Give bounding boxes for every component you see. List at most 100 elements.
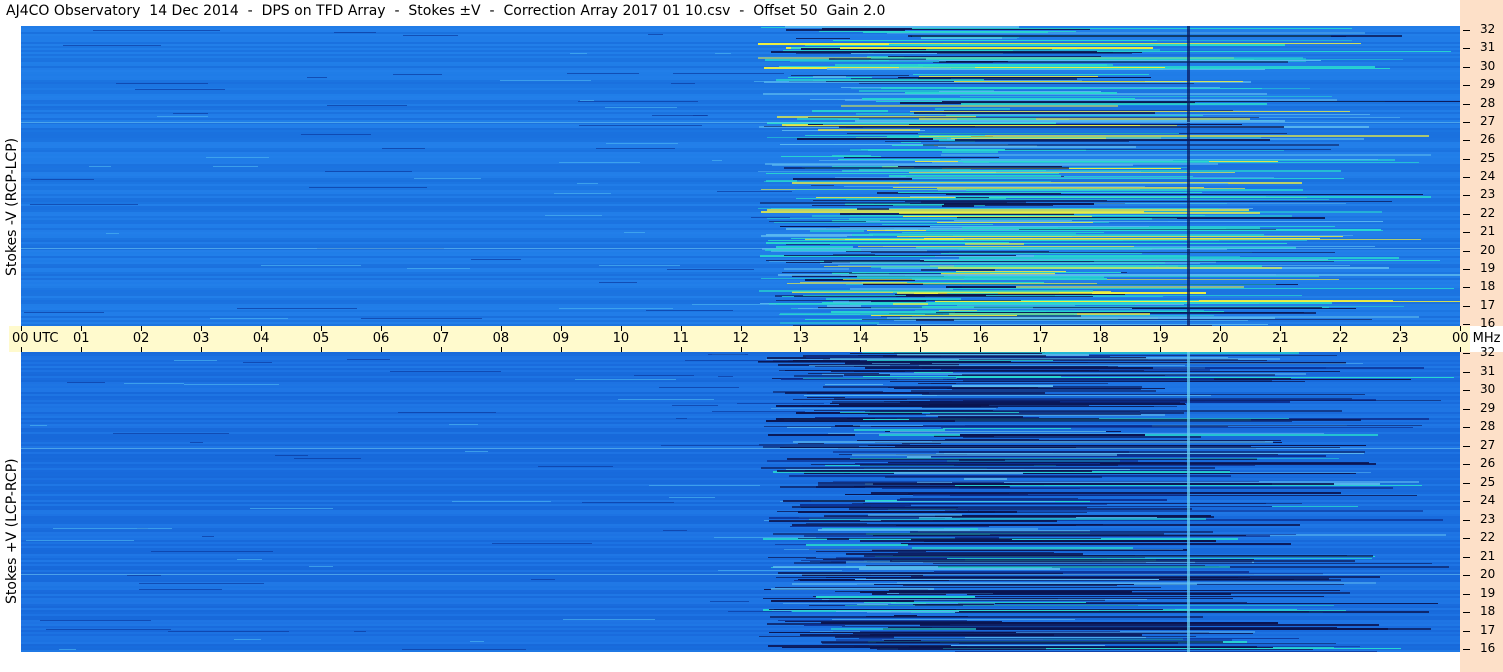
time-tick-label: 17 (1032, 331, 1049, 346)
freq-tick (1463, 195, 1470, 197)
time-tick-label: 07 (432, 331, 450, 346)
freq-tick-label: 20 (1480, 567, 1496, 581)
time-tick-label: 15 (912, 331, 929, 346)
chart-title: AJ4CO Observatory 14 Dec 2014 - DPS on T… (6, 3, 886, 19)
top-panel-ylabel: Stokes -V (RCP-LCP) (4, 137, 20, 276)
freq-tick (1463, 482, 1470, 484)
time-tick-label: 09 (552, 331, 570, 346)
freq-tick-label: 29 (1480, 400, 1496, 415)
time-tick-label: 16 (972, 331, 989, 346)
time-tick-label: 08 (492, 331, 510, 346)
freq-tick (1463, 324, 1470, 325)
freq-tick (1463, 445, 1470, 447)
time-tick-label: 13 (792, 331, 809, 346)
time-tick-label: 21 (1272, 331, 1289, 346)
spectrogram-top-svg (21, 26, 1460, 326)
freq-tick (1463, 464, 1470, 465)
time-tick-label: 11 (672, 331, 690, 346)
freq-tick-label: 28 (1480, 419, 1496, 433)
freq-tick-label: 17 (1480, 297, 1496, 312)
freq-tick-label: 17 (1480, 622, 1496, 637)
spectrogram-bottom-svg (21, 352, 1460, 652)
freq-tick (1463, 519, 1470, 521)
freq-tick (1463, 408, 1470, 410)
spectrogram-bottom (21, 352, 1460, 652)
freq-tick-label: 32 (1480, 22, 1496, 36)
freq-tick (1463, 612, 1470, 613)
time-tick-label: 19 (1152, 331, 1169, 346)
freq-tick-label: 22 (1480, 530, 1496, 544)
freq-tick-label: 25 (1480, 474, 1496, 489)
freq-tick-label: 16 (1480, 316, 1496, 330)
freq-tick (1463, 593, 1470, 595)
freq-tick-label: 24 (1480, 493, 1496, 507)
freq-tick (1463, 649, 1470, 650)
time-tick-label: 20 (1212, 331, 1229, 346)
freq-tick-label: 24 (1480, 169, 1496, 183)
freq-tick (1463, 177, 1470, 178)
freq-tick (1463, 103, 1470, 105)
time-tick-label: 03 (192, 331, 210, 346)
freq-tick-label: 26 (1480, 456, 1496, 470)
freq-tick (1463, 501, 1470, 502)
freq-tick (1463, 287, 1470, 289)
freq-tick (1463, 85, 1470, 87)
time-tick-label: 05 (312, 331, 330, 346)
freq-tick (1463, 427, 1470, 428)
freq-tick-label: 19 (1480, 260, 1496, 275)
freq-tick (1463, 121, 1470, 123)
freq-tick (1463, 48, 1470, 50)
bottom-panel-ylabel: Stokes +V (LCP-RCP) (4, 458, 20, 604)
freq-tick-label: 32 (1480, 345, 1496, 359)
freq-tick (1463, 371, 1470, 373)
frequency-axis-top: 32 31 30 29 28 27 26 25 24 23 22 21 20 19 18 17 16 (1460, 0, 1503, 330)
time-axis: 00 UTC 01 02 03 04 05 06 07 08 09 10 11 12 13 14 15 16 17… (9, 326, 1501, 352)
freq-tick-label: 22 (1480, 205, 1496, 220)
freq-tick (1463, 353, 1470, 354)
freq-tick-label: 30 (1480, 58, 1496, 73)
freq-tick-label: 18 (1480, 279, 1496, 294)
time-tick-label: 04 (252, 331, 270, 346)
freq-tick (1463, 213, 1470, 215)
time-tick-label: 12 (732, 331, 750, 346)
freq-tick-label: 25 (1480, 150, 1496, 165)
freq-tick (1463, 390, 1470, 391)
freq-tick-label: 16 (1480, 641, 1496, 655)
freq-tick-label: 26 (1480, 132, 1496, 147)
freq-tick-label: 28 (1480, 95, 1496, 110)
freq-tick-label: 21 (1480, 224, 1496, 239)
time-tick-label: 02 (132, 331, 150, 346)
freq-tick-label: 23 (1480, 187, 1496, 202)
time-tick-label: 10 (612, 331, 630, 346)
freq-tick-label: 21 (1480, 548, 1496, 563)
freq-tick-label: 18 (1480, 604, 1496, 618)
time-tick-label: 00 UTC (12, 331, 59, 346)
freq-tick (1463, 250, 1470, 252)
spectrogram-top (21, 26, 1460, 326)
freq-tick (1463, 630, 1470, 632)
time-tick-label: 23 (1392, 331, 1409, 346)
freq-tick (1463, 538, 1470, 539)
freq-tick (1463, 140, 1470, 142)
freq-tick (1463, 556, 1470, 558)
freq-tick (1463, 30, 1470, 31)
time-tick-label: 00 MHz (1452, 331, 1501, 346)
freq-tick-label: 23 (1480, 511, 1496, 526)
freq-tick (1463, 575, 1470, 576)
freq-tick (1463, 232, 1470, 234)
freq-tick-label: 29 (1480, 77, 1496, 92)
freq-tick-label: 27 (1480, 437, 1496, 452)
frequency-axis-bottom: 32 31 30 29 28 27 26 25 24 23 22 21 20 19 18 17 16 (1460, 345, 1503, 672)
freq-tick (1463, 305, 1470, 307)
freq-tick-label: 27 (1480, 113, 1496, 128)
freq-tick-label: 31 (1480, 40, 1496, 55)
time-tick-label: 18 (1092, 331, 1109, 346)
time-tick-label: 06 (372, 331, 390, 346)
freq-tick-label: 30 (1480, 382, 1496, 396)
freq-tick-label: 19 (1480, 585, 1496, 600)
freq-tick-label: 20 (1480, 242, 1496, 257)
freq-tick (1463, 158, 1470, 160)
freq-tick (1463, 66, 1470, 68)
freq-tick-label: 31 (1480, 363, 1496, 378)
time-tick-label: 01 (72, 331, 90, 346)
